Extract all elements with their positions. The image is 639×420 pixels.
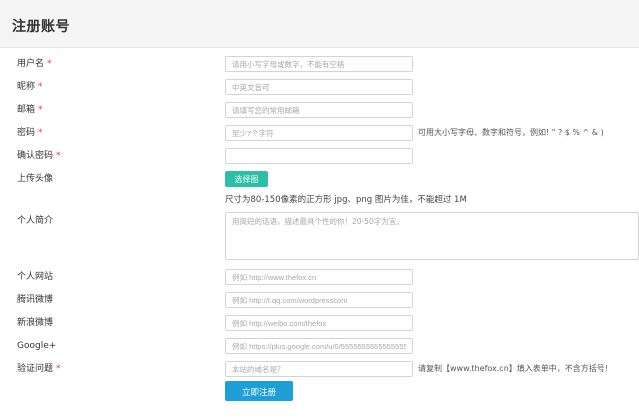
email-input[interactable] bbox=[225, 102, 413, 118]
password-hint: 可用大小写字母、数字和符号，例如! " ? $ % ^ & ) bbox=[418, 128, 604, 137]
username-label: 用户名 * bbox=[17, 59, 52, 69]
email-label: 邮箱 * bbox=[17, 105, 43, 115]
bio-textarea[interactable] bbox=[225, 212, 639, 260]
sina-weibo-label: 新浪微博 bbox=[17, 318, 54, 328]
required-marker: * bbox=[38, 105, 43, 115]
captcha-hint: 请复制【www.thefox.cn】填入表单中，不含方括号! bbox=[418, 364, 608, 373]
username-input[interactable] bbox=[225, 56, 413, 72]
website-input[interactable] bbox=[225, 269, 413, 285]
confirm-password-label: 确认密码 * bbox=[17, 151, 61, 161]
google-plus-label: Google+ bbox=[17, 341, 57, 351]
tencent-weibo-label: 腾讯微博 bbox=[17, 295, 54, 305]
google-plus-input[interactable] bbox=[225, 338, 413, 354]
avatar-size-note: 尺寸为80-150像素的正方形 jpg、png 图片为佳，不能超过 1M bbox=[225, 195, 467, 205]
confirm-password-input[interactable] bbox=[225, 148, 413, 164]
required-marker: * bbox=[38, 128, 43, 138]
tencent-weibo-input[interactable] bbox=[225, 292, 413, 308]
captcha-label: 验证问题 * bbox=[17, 364, 61, 374]
password-input[interactable] bbox=[225, 125, 413, 141]
register-button[interactable]: 立即注册 bbox=[225, 381, 293, 401]
required-marker: * bbox=[56, 151, 61, 161]
captcha-input[interactable] bbox=[225, 361, 413, 377]
password-label: 密码 * bbox=[17, 128, 43, 138]
page-header: 注册账号 bbox=[0, 0, 639, 48]
required-marker: * bbox=[56, 364, 61, 374]
nickname-input[interactable] bbox=[225, 79, 413, 95]
website-label: 个人网站 bbox=[17, 272, 54, 282]
sina-weibo-input[interactable] bbox=[225, 315, 413, 331]
bio-label: 个人简介 bbox=[17, 216, 54, 226]
avatar-label: 上传头像 bbox=[17, 174, 54, 184]
select-image-button[interactable]: 选择图像 bbox=[225, 171, 268, 200]
required-marker: * bbox=[38, 82, 43, 92]
nickname-label: 昵称 * bbox=[17, 82, 43, 92]
required-marker: * bbox=[47, 59, 52, 69]
page-title: 注册账号 bbox=[12, 19, 70, 35]
